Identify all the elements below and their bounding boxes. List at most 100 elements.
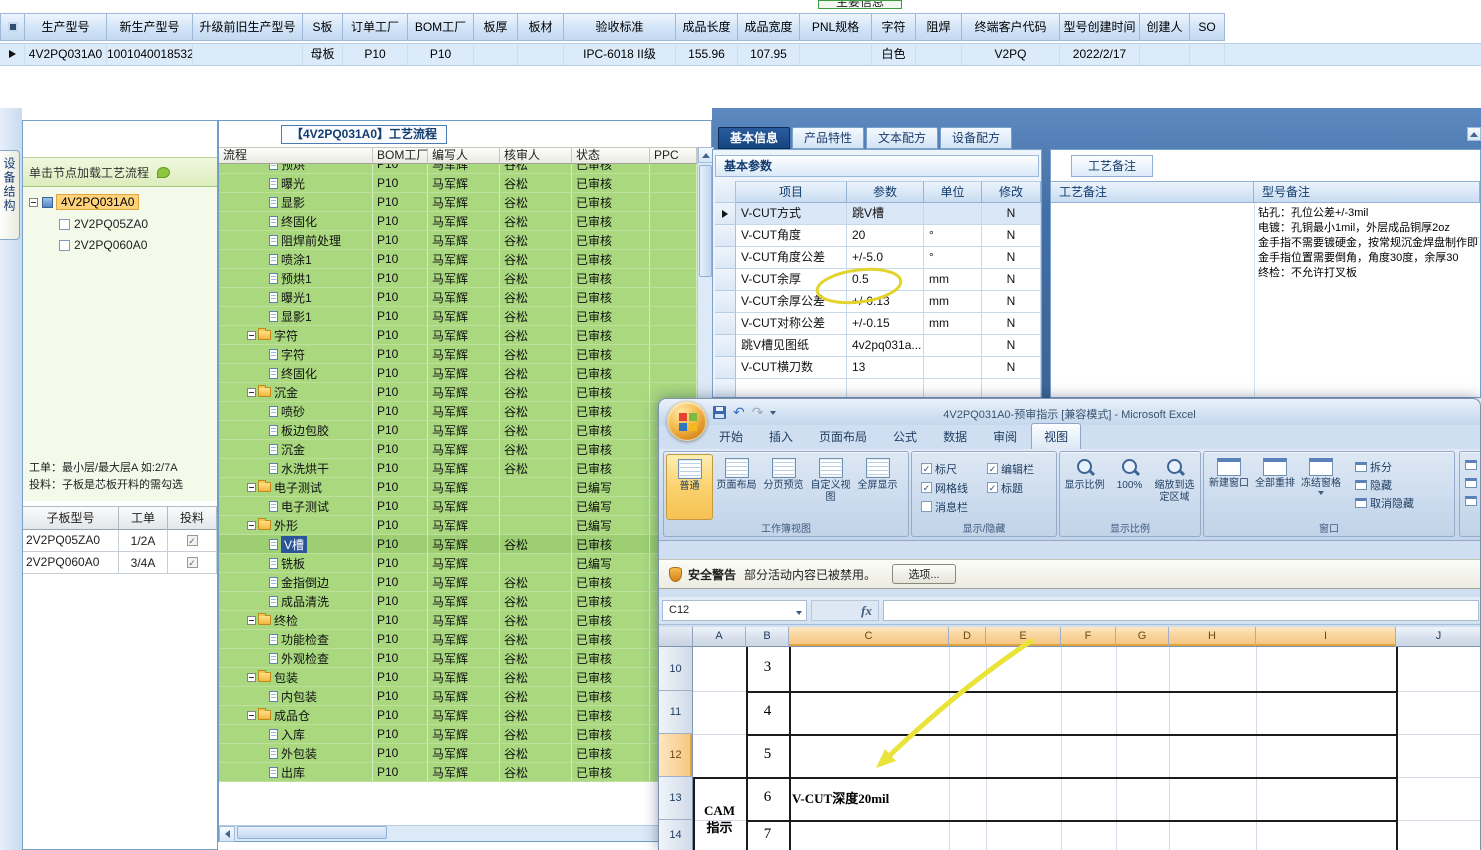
qat-dropdown-icon[interactable]	[770, 410, 777, 415]
param-col-2[interactable]: 单位	[924, 181, 982, 203]
param-row[interactable]: V-CUT方式 跳V槽 N	[715, 203, 1041, 225]
window-button-0[interactable]: 新建窗口	[1206, 454, 1252, 520]
info-tab-1[interactable]: 产品特性	[792, 127, 865, 149]
feed-checkbox[interactable]: ✓	[186, 535, 198, 546]
sequence-number-cell[interactable]: 6	[746, 789, 789, 806]
process-row[interactable]: 出库 P10 马军辉 谷松 已审核	[219, 763, 697, 782]
process-row[interactable]: 显影1 P10 马军辉 谷松 已审核	[219, 307, 697, 326]
process-row[interactable]: 外观检查 P10 马军辉 谷松 已审核	[219, 649, 697, 668]
column-header-18[interactable]: SO	[1190, 13, 1225, 41]
ribbon-tab-3[interactable]: 公式	[881, 424, 929, 449]
clipped-button-0[interactable]	[1462, 456, 1480, 474]
process-row[interactable]: 成品仓 P10 马军辉 谷松 已审核	[219, 706, 697, 725]
process-row[interactable]: 板边包胶 P10 马军辉 谷松 已审核	[219, 421, 697, 440]
column-header-I[interactable]: I	[1256, 627, 1396, 647]
feed-checkbox[interactable]: ✓	[186, 557, 198, 568]
expander-icon[interactable]	[247, 710, 256, 720]
process-row[interactable]: 预烘1 P10 马军辉 谷松 已审核	[219, 269, 697, 288]
param-row[interactable]: V-CUT对称公差 +/-0.15 mm N	[715, 313, 1041, 335]
tree-root-item[interactable]: 4V2PQ031A0	[29, 193, 140, 211]
sequence-number-cell[interactable]: 7	[746, 826, 789, 843]
options-button[interactable]: 选项...	[892, 564, 957, 584]
tree-checkbox[interactable]	[59, 218, 70, 230]
checkbox-icon[interactable]: ✓	[987, 463, 998, 474]
window-button-1[interactable]: 全部重排	[1252, 454, 1298, 520]
process-row[interactable]: 终固化 P10 马军辉 谷松 已审核	[219, 364, 697, 383]
column-header-10[interactable]: 成品长度	[676, 13, 738, 41]
view-button-0[interactable]: 普通	[666, 454, 713, 520]
sheet-select-all-corner[interactable]	[659, 627, 693, 647]
info-tab-3[interactable]: 设备配方	[940, 127, 1013, 149]
column-header-E[interactable]: E	[986, 627, 1061, 647]
insert-function-icon[interactable]: fx	[861, 603, 872, 618]
expander-icon[interactable]	[247, 330, 256, 340]
column-header-C[interactable]: C	[789, 627, 949, 647]
formula-input[interactable]	[883, 600, 1479, 621]
param-row[interactable]: V-CUT余厚公差 +/-0.13 mm N	[715, 291, 1041, 313]
vertical-scroll-thumb[interactable]	[699, 165, 712, 277]
row-header-10[interactable]: 10	[659, 647, 693, 691]
process-row[interactable]: 喷砂 P10 马军辉 谷松 已审核	[219, 402, 697, 421]
process-col-2[interactable]: 编写人	[428, 147, 500, 164]
param-col-1[interactable]: 参数	[847, 181, 924, 203]
process-row[interactable]: 成品清洗 P10 马军辉 谷松 已审核	[219, 592, 697, 611]
process-row[interactable]: 阻焊前处理 P10 马军辉 谷松 已审核	[219, 231, 697, 250]
param-row[interactable]	[715, 379, 1041, 397]
clipped-button-1[interactable]	[1462, 474, 1480, 492]
param-row[interactable]: 跳V槽见图纸 4v2pq031a... N	[715, 335, 1041, 357]
process-row[interactable]: 字符 P10 马军辉 谷松 已审核	[219, 345, 697, 364]
column-header-15[interactable]: 终端客户代码	[962, 13, 1060, 41]
process-col-5[interactable]: PPC	[650, 147, 697, 164]
column-header-11[interactable]: 成品宽度	[738, 13, 800, 41]
expander-icon[interactable]	[247, 482, 256, 492]
param-col-0[interactable]: 项目	[736, 181, 847, 203]
ribbon-tab-5[interactable]: 审阅	[981, 424, 1029, 449]
column-header-H[interactable]: H	[1169, 627, 1256, 647]
show-hide-option-0[interactable]: ✓ 标尺	[921, 459, 987, 478]
sequence-number-cell[interactable]: 4	[746, 703, 789, 720]
process-row[interactable]: V槽 P10 马军辉 谷松 已审核	[219, 535, 697, 554]
row-header-13[interactable]: 13	[659, 777, 693, 820]
process-row[interactable]: 铣板 P10 马军辉 已编写	[219, 554, 697, 573]
column-header-B[interactable]: B	[746, 627, 789, 647]
device-structure-vertical-tab[interactable]: 设备结构	[0, 150, 20, 240]
panel-scroll-up-button[interactable]	[1467, 127, 1481, 141]
column-header-6[interactable]: BOM工厂	[408, 13, 474, 41]
process-row[interactable]: 外形 P10 马军辉 已编写	[219, 516, 697, 535]
column-header-14[interactable]: 阻焊	[916, 13, 962, 41]
column-header-D[interactable]: D	[949, 627, 986, 647]
row-header-11[interactable]: 11	[659, 691, 693, 734]
process-row[interactable]: 曝光 P10 马军辉 谷松 已审核	[219, 174, 697, 193]
show-hide-option-4[interactable]: 消息栏	[921, 497, 987, 516]
column-header-2[interactable]: 新生产型号	[107, 13, 193, 41]
cam-instruction-cell[interactable]: V-CUT深度20mil	[792, 788, 889, 807]
view-button-3[interactable]: 自定义视图	[807, 454, 854, 520]
column-header-F[interactable]: F	[1061, 627, 1116, 647]
basic-params-section-header[interactable]: 基本参数	[715, 155, 1039, 177]
view-button-4[interactable]: 全屏显示	[854, 454, 901, 520]
column-header-4[interactable]: S板	[303, 13, 343, 41]
save-icon[interactable]	[713, 405, 726, 419]
window-button-2[interactable]: 冻结窗格	[1298, 454, 1344, 520]
excel-title-bar[interactable]: 4V2PQ031A0-预审指示 [兼容模式] - Microsoft Excel	[659, 399, 1480, 425]
process-row[interactable]: 水洗烘干 P10 马军辉 谷松 已审核	[219, 459, 697, 478]
office-button[interactable]	[667, 401, 707, 441]
process-row[interactable]: 字符 P10 马军辉 谷松 已审核	[219, 326, 697, 345]
expander-icon[interactable]	[247, 615, 256, 625]
expander-icon[interactable]	[247, 520, 256, 530]
subboard-row[interactable]: 2V2PQ05ZA0 1/2A ✓	[23, 530, 217, 552]
process-row[interactable]: 终固化 P10 马军辉 谷松 已审核	[219, 212, 697, 231]
expander-icon[interactable]	[247, 387, 256, 397]
horizontal-scroll-thumb[interactable]	[237, 826, 387, 839]
sequence-number-cell[interactable]: 3	[746, 659, 789, 676]
column-header-17[interactable]: 创建人	[1140, 13, 1190, 41]
view-button-2[interactable]: 分页预览	[760, 454, 807, 520]
ribbon-tab-2[interactable]: 页面布局	[807, 424, 879, 449]
main-info-tab[interactable]: 主要信息	[818, 0, 902, 9]
zoom-button-0[interactable]: 显示比例	[1062, 454, 1107, 520]
process-row[interactable]: 预烘 P10 马军辉 谷松 已审核	[219, 164, 697, 174]
show-hide-option-3[interactable]: ✓ 标题	[987, 478, 1053, 497]
corner-icon-cell[interactable]	[0, 13, 25, 41]
process-row[interactable]: 电子测试 P10 马军辉 已编写	[219, 478, 697, 497]
column-header-3[interactable]: 升级前旧生产型号	[193, 13, 303, 41]
